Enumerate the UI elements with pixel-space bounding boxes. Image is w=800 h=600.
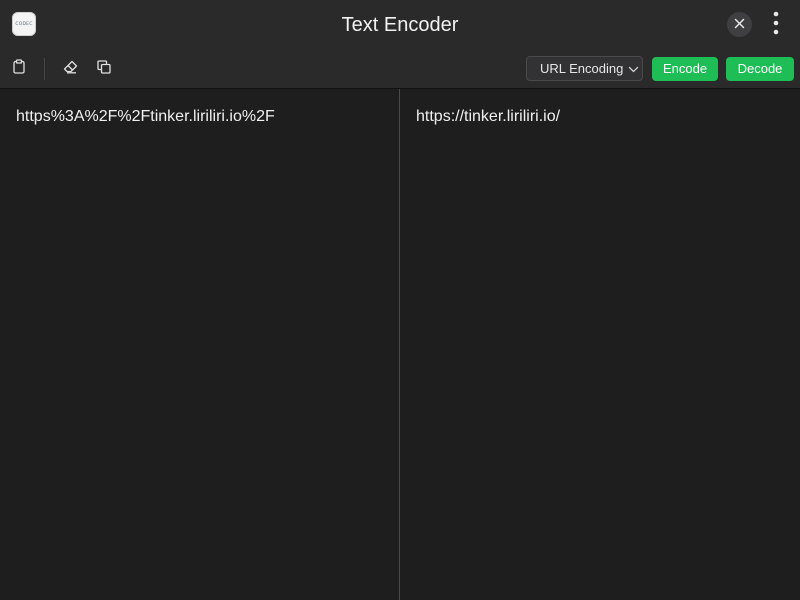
copy-icon	[97, 59, 111, 79]
toolbar: URL Encoding Encode Decode	[0, 50, 800, 89]
input-pane[interactable]: https%3A%2F%2Ftinker.liriliri.io%2F	[0, 89, 400, 600]
app-logo: CODEC	[12, 12, 36, 36]
clipboard-icon	[12, 59, 26, 79]
app-logo-text: CODEC	[15, 21, 33, 27]
encoding-select-value: URL Encoding	[540, 61, 624, 76]
toolbar-divider	[44, 58, 45, 80]
paste-button[interactable]	[8, 58, 30, 80]
copy-button[interactable]	[93, 58, 115, 80]
output-pane[interactable]: https://tinker.liriliri.io/	[401, 89, 800, 600]
input-text[interactable]: https%3A%2F%2Ftinker.liriliri.io%2F	[16, 108, 275, 126]
close-button[interactable]	[727, 12, 752, 37]
clear-button[interactable]	[59, 58, 81, 80]
output-text[interactable]: https://tinker.liriliri.io/	[416, 108, 560, 126]
eraser-icon	[63, 60, 78, 79]
title-bar: CODEC Text Encoder	[0, 0, 800, 50]
more-options-button[interactable]	[765, 11, 787, 39]
more-vertical-icon	[773, 11, 779, 40]
encoding-select[interactable]: URL Encoding	[526, 56, 643, 81]
close-icon	[734, 16, 745, 34]
window-title: Text Encoder	[341, 14, 459, 36]
app-window: CODEC Text Encoder URL Encoding Encode D…	[0, 0, 800, 600]
decode-button[interactable]: Decode	[726, 57, 794, 81]
encode-button[interactable]: Encode	[652, 57, 718, 81]
chevron-down-icon	[628, 63, 639, 78]
